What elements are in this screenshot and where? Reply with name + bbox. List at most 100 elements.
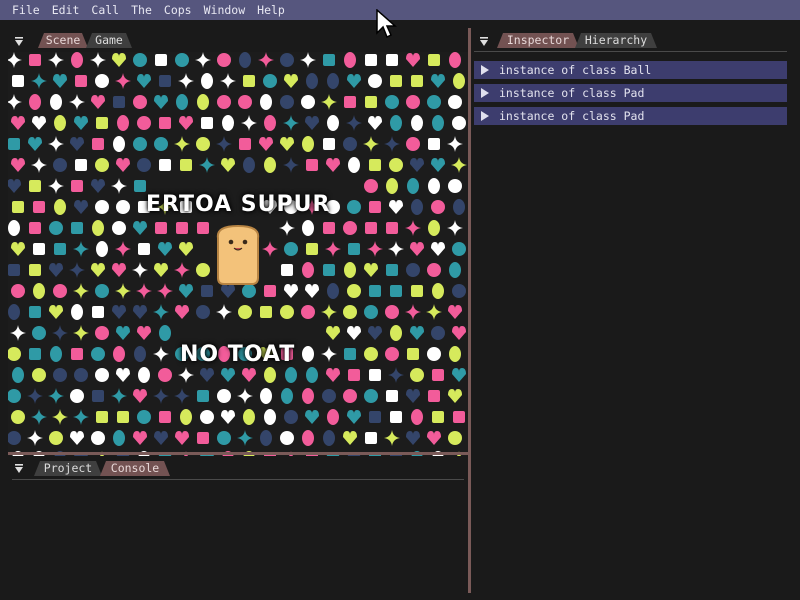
inspector-item[interactable]: instance of class Ball <box>474 61 787 79</box>
pattern-star <box>321 94 337 110</box>
pattern-dot <box>452 242 466 256</box>
pattern-square <box>92 306 104 318</box>
inspector-item-label: instance of class Pad <box>499 86 645 100</box>
pattern-heart <box>406 389 420 403</box>
pattern-heart <box>284 74 298 88</box>
pattern-dot <box>343 137 357 151</box>
pattern-square <box>33 243 45 255</box>
pattern-star <box>115 283 131 299</box>
pattern-oval <box>264 409 276 425</box>
pattern-heart <box>179 116 193 130</box>
tab-inspector[interactable]: Inspector <box>497 33 579 48</box>
pattern-star <box>48 136 64 152</box>
tab-console[interactable]: Console <box>100 461 170 476</box>
tab-hierarchy[interactable]: Hierarchy <box>575 33 657 48</box>
collapse-menu-icon[interactable] <box>14 37 24 47</box>
pattern-square <box>365 432 377 444</box>
pattern-oval <box>302 346 314 362</box>
menu-window[interactable]: Window <box>198 0 252 20</box>
toast-character-icon <box>216 224 260 285</box>
viewport-divider[interactable] <box>8 452 468 455</box>
pattern-heart <box>326 326 340 340</box>
pattern-square <box>75 75 87 87</box>
pattern-square <box>71 348 83 360</box>
pattern-square <box>428 138 440 150</box>
pattern-square <box>180 159 192 171</box>
menu-the[interactable]: The <box>125 0 158 20</box>
pattern-oval <box>449 346 461 362</box>
game-viewport[interactable]: ERTOA SUPUR NO TOAT <box>8 52 468 457</box>
pattern-square <box>29 306 41 318</box>
pattern-square <box>323 54 335 66</box>
pattern-dot <box>263 74 277 88</box>
pattern-oval <box>8 220 20 236</box>
pattern-oval <box>302 220 314 236</box>
pattern-heart <box>91 263 105 277</box>
pattern-heart <box>284 284 298 298</box>
pattern-oval <box>344 52 356 68</box>
tab-project[interactable]: Project <box>34 461 102 476</box>
inspector-item[interactable]: instance of class Pad <box>474 84 787 102</box>
pattern-star <box>69 94 85 110</box>
menu-edit[interactable]: Edit <box>46 0 86 20</box>
expand-arrow-icon[interactable] <box>480 65 490 75</box>
inspector-item[interactable]: instance of class Pad <box>474 107 787 125</box>
menu-bar: File Edit Call The Cops Window Help <box>0 0 800 20</box>
menu-call[interactable]: Call <box>85 0 125 20</box>
pattern-oval <box>180 409 192 425</box>
pattern-dot <box>137 410 151 424</box>
pattern-oval <box>302 388 314 404</box>
pattern-square <box>323 222 335 234</box>
pattern-oval <box>327 73 339 89</box>
pattern-star <box>48 52 64 68</box>
pattern-oval <box>432 283 444 299</box>
collapse-menu-icon[interactable] <box>14 464 24 474</box>
pattern-heart <box>74 200 88 214</box>
pattern-square <box>8 138 20 150</box>
pattern-dot <box>364 347 378 361</box>
pattern-dot <box>427 347 441 361</box>
pattern-heart <box>175 305 189 319</box>
pattern-oval <box>138 367 150 383</box>
pattern-oval <box>302 136 314 152</box>
pattern-square <box>323 264 335 276</box>
pattern-dot <box>95 74 109 88</box>
tab-scene[interactable]: Scene <box>38 33 88 48</box>
pattern-heart <box>305 116 319 130</box>
scene-panel: Scene Game ERTOA SUPUR NO TOAT <box>0 28 468 457</box>
pattern-dot <box>343 389 357 403</box>
pattern-star <box>31 73 47 89</box>
pattern-star <box>115 241 131 257</box>
pattern-oval <box>239 52 251 68</box>
pattern-star <box>153 304 169 320</box>
pattern-dot <box>95 326 109 340</box>
pattern-oval <box>159 325 171 341</box>
expand-arrow-icon[interactable] <box>480 88 490 98</box>
pattern-heart <box>133 431 147 445</box>
expand-arrow-icon[interactable] <box>480 111 490 121</box>
pattern-dot <box>91 347 105 361</box>
pattern-star <box>216 136 232 152</box>
menu-help[interactable]: Help <box>251 0 291 20</box>
pattern-star <box>237 388 253 404</box>
pattern-dot <box>137 158 151 172</box>
pattern-heart <box>347 410 361 424</box>
pattern-dot <box>137 116 151 130</box>
tab-game[interactable]: Game <box>86 33 132 48</box>
pattern-dot <box>95 368 109 382</box>
pattern-star <box>27 430 43 446</box>
menu-cops[interactable]: Cops <box>158 0 198 20</box>
pattern-dot <box>301 95 315 109</box>
pattern-dot <box>427 263 441 277</box>
pattern-star <box>241 115 257 131</box>
collapse-menu-icon[interactable] <box>479 37 489 47</box>
pattern-oval <box>8 304 20 320</box>
pattern-oval <box>50 94 62 110</box>
pattern-square <box>29 54 41 66</box>
pattern-oval <box>327 115 339 131</box>
pattern-oval <box>348 157 360 173</box>
pattern-star <box>405 304 421 320</box>
pattern-oval <box>453 199 465 215</box>
pattern-oval <box>411 409 423 425</box>
menu-file[interactable]: File <box>0 0 46 20</box>
